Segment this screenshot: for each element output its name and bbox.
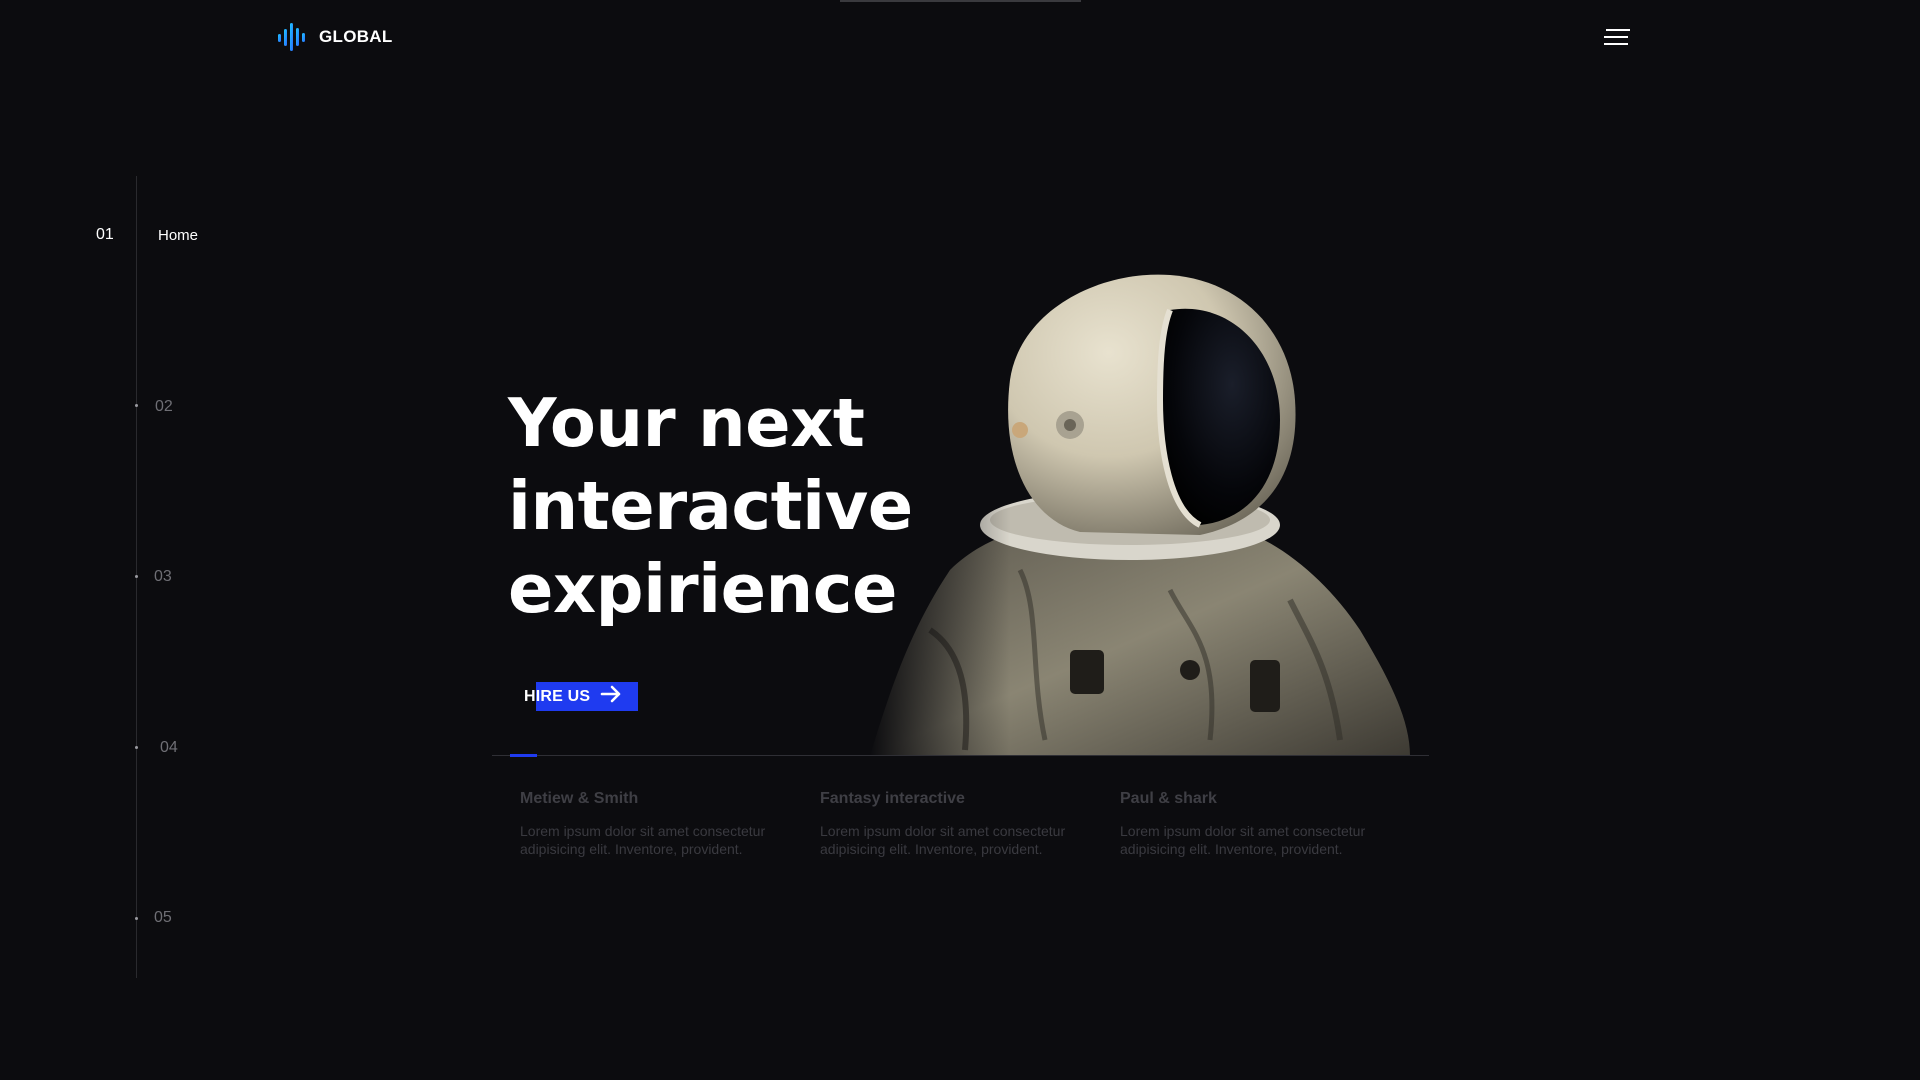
hero-divider	[492, 755, 1429, 756]
hero-title-line: Your next	[508, 384, 865, 462]
nav-dot	[135, 404, 138, 407]
nav-dot	[135, 917, 138, 920]
card-title: Metiew & Smith	[520, 790, 639, 807]
card-title: Fantasy interactive	[820, 790, 965, 807]
menu-bar	[1604, 43, 1628, 45]
nav-number: 02	[155, 398, 173, 415]
nav-dot	[135, 746, 138, 749]
logo[interactable]: GLOBAL	[277, 22, 393, 52]
card-text: Lorem ipsum dolor sit amet consectetur a…	[820, 823, 1066, 857]
top-progress-bar	[840, 0, 1081, 2]
nav-label-home: Home	[158, 227, 199, 244]
hire-button-label: HIRE US	[524, 687, 591, 705]
nav-number: 04	[160, 739, 178, 756]
hamburger-menu-icon[interactable]	[1604, 27, 1630, 49]
nav-dot	[135, 575, 138, 578]
nav-number: 03	[154, 568, 172, 585]
hero-title-line: expirience	[508, 550, 897, 628]
hero-title: Your next interactive expirience	[508, 382, 988, 631]
project-card-3[interactable]: Paul & shark Lorem ipsum dolor sit amet …	[1120, 790, 1410, 858]
menu-bar	[1606, 29, 1630, 31]
slider-active-indicator	[510, 754, 537, 757]
logo-text: GLOBAL	[319, 27, 393, 46]
sound-wave-icon	[277, 22, 309, 52]
nav-number: 01	[96, 226, 114, 243]
card-text: Lorem ipsum dolor sit amet consectetur a…	[1120, 823, 1366, 857]
menu-bar	[1604, 36, 1628, 38]
nav-number: 05	[154, 909, 172, 926]
card-title: Paul & shark	[1120, 790, 1217, 807]
project-card-2[interactable]: Fantasy interactive Lorem ipsum dolor si…	[820, 790, 1110, 858]
arrow-right-icon	[600, 685, 622, 708]
hire-us-button[interactable]: HIRE US	[524, 682, 638, 711]
project-card-1[interactable]: Metiew & Smith Lorem ipsum dolor sit ame…	[520, 790, 810, 858]
hero-title-line: interactive	[508, 467, 913, 545]
page: GLOBAL 01 Home 02 03 04 05 Your next int…	[0, 0, 1920, 1080]
card-text: Lorem ipsum dolor sit amet consectetur a…	[520, 823, 766, 857]
